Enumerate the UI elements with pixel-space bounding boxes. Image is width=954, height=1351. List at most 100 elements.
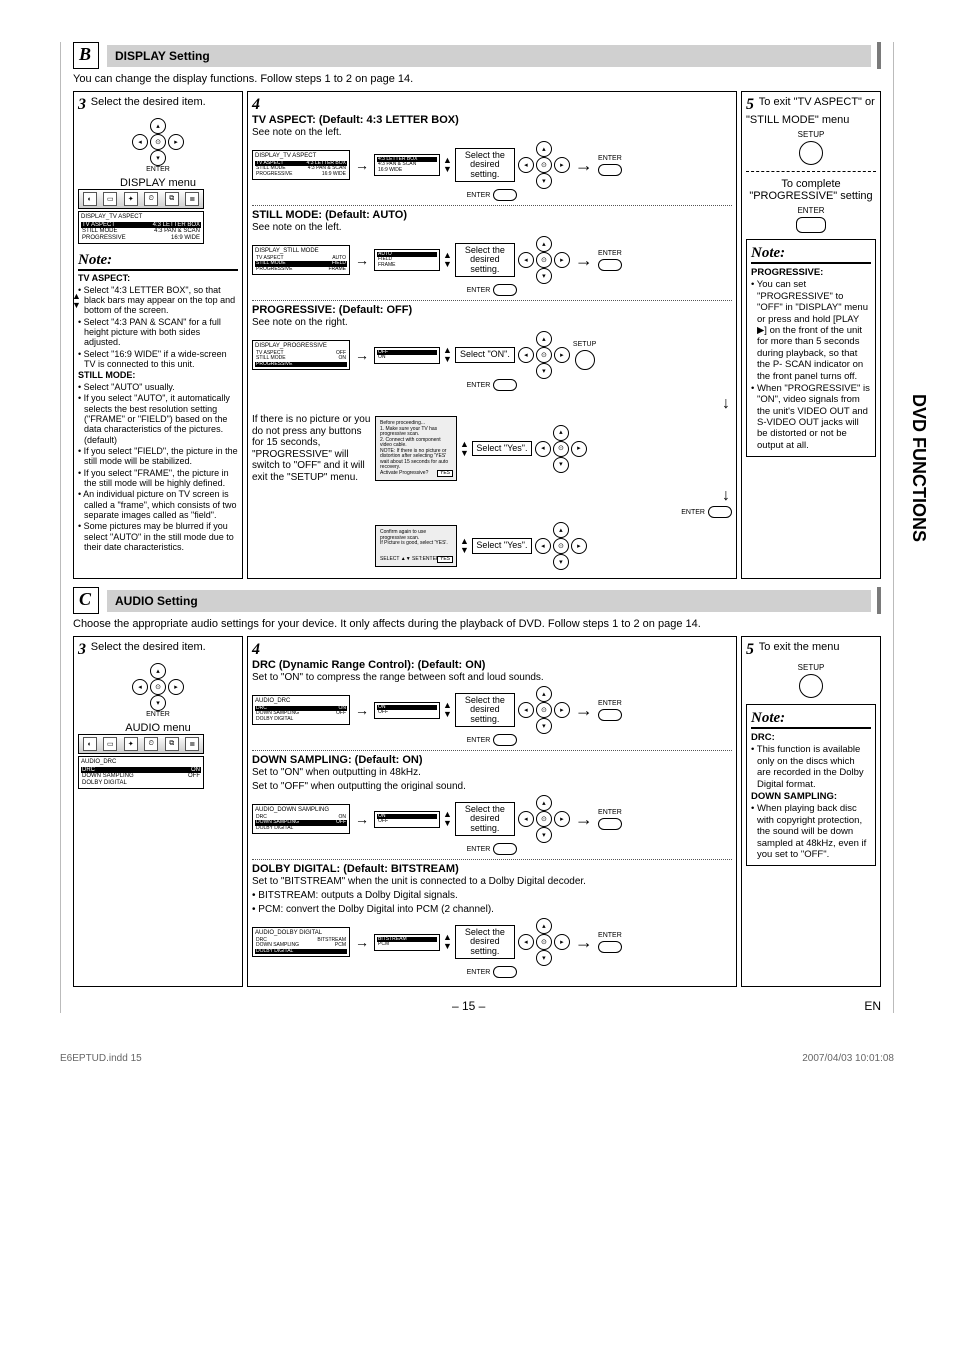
enter-label: ENTER [146, 166, 170, 173]
updown-icon: ▲▼ [443, 251, 452, 269]
select-yes-box: Select "Yes". [472, 441, 532, 456]
down-sampling-heading: DOWN SAMPLING: (Default: ON) [252, 750, 732, 766]
section-title-c: AUDIO Setting [107, 590, 871, 612]
display-menu-label: DISPLAY menu [78, 177, 238, 189]
select-on-box: Select "ON". [455, 347, 515, 362]
enter-label: ENTER [467, 969, 491, 976]
enter-label: ENTER [681, 509, 705, 516]
updown-icon: ▲▼ [460, 537, 469, 555]
setup-label: SETUP [573, 341, 596, 348]
side-tab-dvd-functions: DVD FUNCTIONS [908, 394, 929, 542]
step3-num: 3 [78, 96, 86, 114]
still-menu-left: DISPLAY_STILL MODE TV ASPECTAUTO STILL M… [252, 245, 350, 275]
dpad-icon: ▴ ◂⊙▸ ▾ [518, 141, 570, 189]
section-title-b: DISPLAY Setting [107, 45, 871, 67]
progressive-sub: See note on the right. [252, 317, 732, 328]
step5-complete: To complete "PROGRESSIVE" setting [746, 178, 876, 202]
still-menu-right: AUTO FIELD FRAME [374, 249, 440, 272]
enter-button-icon [708, 506, 732, 518]
dpad-icon: ▴ ◂⊙▸ ▾ [518, 686, 570, 734]
arrow-right-icon: → [575, 809, 593, 830]
setup-menu-strip: ◐▭✦⏲⧉≣ [78, 734, 204, 754]
setup-label: SETUP [798, 663, 825, 672]
prog-menu-right: OFF ON [374, 347, 440, 364]
enter-label: ENTER [797, 206, 824, 215]
prog-menu-left: DISPLAY_PROGRESSIVE TV ASPECTOFF STILL M… [252, 340, 350, 370]
down-sub: Set to "ON" when outputting in 48kHz. [252, 767, 732, 778]
step3c-num: 3 [78, 641, 86, 659]
drc-menu-right: ON OFF [374, 702, 440, 719]
enter-button-icon [493, 734, 517, 746]
section-letter-b: B [73, 42, 99, 69]
prog-note-head: PROGRESSIVE: [751, 267, 823, 278]
enter-label: ENTER [598, 809, 622, 816]
step5c-num: 5 [746, 641, 754, 659]
dolby-heading: DOLBY DIGITAL: (Default: BITSTREAM) [252, 859, 732, 875]
updown-icon: ▲▼ [443, 701, 452, 719]
enter-button-icon [598, 941, 622, 953]
arrow-right-icon: → [355, 702, 369, 718]
display-menu-box: DISPLAY_TV ASPECT TV ASPECT4:3 LETTER BO… [78, 211, 204, 244]
setup-button-icon [799, 141, 823, 165]
drc-note-head: DRC: [751, 732, 775, 743]
note-text: • You can set "PROGRESSIVE" to "OFF" in … [751, 279, 871, 382]
progressive-osd1: Before proceeding... 1. Make sure your T… [375, 416, 457, 481]
updown-icon: ▲▼ [443, 933, 452, 951]
print-stamp: 2007/04/03 10:01:08 [802, 1053, 894, 1064]
enter-label: ENTER [146, 711, 170, 718]
arrow-right-icon: → [355, 252, 369, 268]
enter-label: ENTER [467, 737, 491, 744]
enter-label: ENTER [598, 700, 622, 707]
tv-aspect-menu-left: DISPLAY_TV ASPECT TV ASPECT4:3 LETTER BO… [252, 150, 350, 180]
step5-exit: To exit "TV ASPECT" or "STILL MODE" menu [746, 96, 875, 126]
dolby-menu-left: AUDIO_DOLBY DIGITAL DRCBITSTREAM DOWN SA… [252, 927, 350, 957]
select-setting-box: Select the desired setting. [455, 802, 515, 836]
enter-button-icon [493, 379, 517, 391]
note3-title: Note: [78, 252, 238, 271]
note-text: • If you select "AUTO", it automatically… [78, 393, 238, 445]
progressive-osd2: Confirm again to use progressive scan. I… [375, 525, 457, 567]
step5c-text: To exit the menu [759, 641, 840, 653]
note-text: • When playing back disc with copyright … [751, 803, 871, 860]
dpad-icon: ▴ ◂⊙▸ ▾ [518, 331, 570, 379]
enter-label: ENTER [467, 287, 491, 294]
dolby-b1: • BITSTREAM: outputs a Dolby Digital sig… [252, 890, 732, 901]
note-text: • Select "4:3 PAN & SCAN" for a full hei… [78, 317, 238, 348]
enter-button-icon [598, 164, 622, 176]
arrow-right-icon: → [575, 250, 593, 271]
enter-label: ENTER [598, 932, 622, 939]
section-c-intro: Choose the appropriate audio settings fo… [73, 618, 881, 630]
page-number: – 15 – [452, 999, 485, 1013]
note-text: • Select "16:9 WIDE" if a wide-screen TV… [78, 349, 238, 370]
updown-icon: ▲▼ [443, 156, 452, 174]
no-picture-text: If there is no picture or you do not pre… [252, 414, 372, 483]
select-setting-box: Select the desired setting. [455, 148, 515, 182]
enter-button-icon [493, 284, 517, 296]
enter-label: ENTER [598, 155, 622, 162]
step4c-num: 4 [252, 641, 260, 659]
step4-num: 4 [252, 96, 260, 114]
enter-button-icon [598, 818, 622, 830]
enter-button-icon [493, 843, 517, 855]
arrow-down-icon: ↓ [722, 487, 730, 505]
note-text: • Select "4:3 LETTER BOX", so that black… [78, 285, 238, 316]
still-mode-head: STILL MODE: [78, 370, 238, 380]
tv-aspect-menu-right: 4:3 LETTER BOX 4:3 PAN & SCAN 16:9 WIDE [374, 154, 440, 177]
arrow-right-icon: → [575, 932, 593, 953]
enter-label: ENTER [598, 250, 622, 257]
note-text: • When "PROGRESSIVE" is "ON", video sign… [751, 383, 871, 451]
tv-aspect-sub: See note on the left. [252, 127, 732, 138]
enter-button-icon [598, 709, 622, 721]
dpad-icon: ▴ ◂⊙▸ ▾ [132, 118, 184, 166]
enter-label: ENTER [467, 382, 491, 389]
arrow-right-icon: → [355, 157, 369, 173]
enter-button-icon [493, 966, 517, 978]
setup-menu-strip: ◐▭✦⏲⧉≣ [78, 189, 204, 209]
down-note-head: DOWN SAMPLING: [751, 791, 837, 802]
note-text: • If you select "FRAME", the picture in … [78, 468, 238, 489]
dpad-icon: ▴ ◂⊙▸ ▾ [518, 795, 570, 843]
lang-code: EN [864, 999, 881, 1013]
dpad-icon: ▴ ◂⊙▸ ▾ [518, 918, 570, 966]
section-letter-c: C [73, 587, 99, 614]
step3c-text: Select the desired item. [91, 641, 206, 653]
